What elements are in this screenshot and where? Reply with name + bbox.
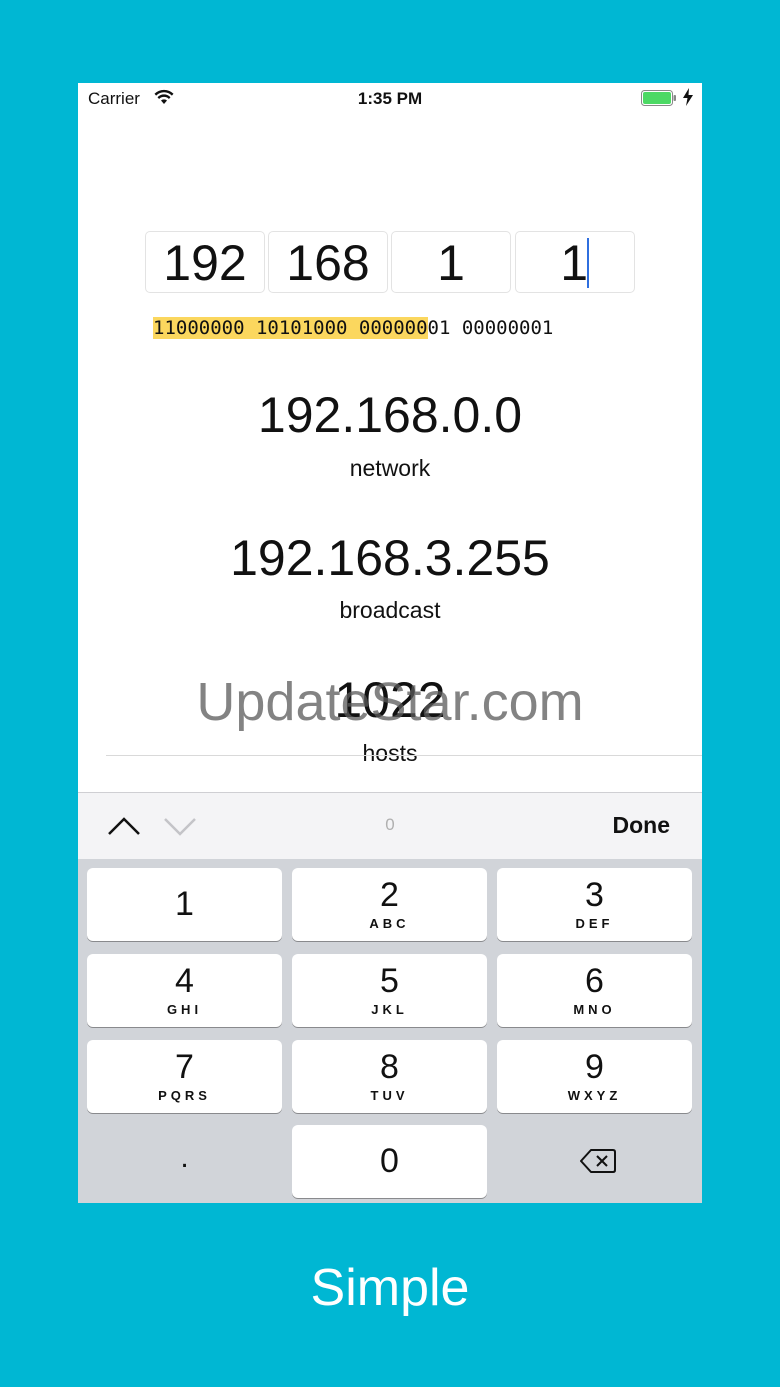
broadcast-address: 192.168.3.255: [230, 530, 550, 586]
key-digit: 7: [175, 1048, 194, 1086]
delete-key[interactable]: [497, 1125, 692, 1198]
key-0[interactable]: 0: [292, 1125, 487, 1198]
key-letters: JKL: [371, 1002, 408, 1017]
key-4[interactable]: 4 GHI: [87, 954, 282, 1027]
key-letters: DEF: [575, 916, 614, 931]
key-dot-label: .: [180, 1141, 189, 1174]
key-letters: TUV: [370, 1088, 409, 1103]
watermark: UpdateStar.com: [196, 672, 584, 732]
binary-representation: 11000000 10101000 00000001 00000001: [153, 315, 553, 341]
key-8[interactable]: 8 TUV: [292, 1040, 487, 1113]
key-letters: GHI: [166, 1002, 203, 1017]
network-address: 192.168.0.0: [257, 387, 523, 443]
network-label: network: [349, 455, 431, 481]
octet-1-field[interactable]: 192: [145, 231, 265, 293]
hosts-label: hosts: [362, 740, 418, 766]
battery-icon: [641, 90, 676, 106]
key-7[interactable]: 7 PQRS: [87, 1040, 282, 1113]
key-2[interactable]: 2 ABC: [292, 868, 487, 941]
broadcast-label: broadcast: [339, 597, 441, 623]
charging-bolt-icon: [683, 88, 693, 106]
key-1[interactable]: 1: [87, 868, 282, 941]
done-button[interactable]: Done: [613, 812, 671, 839]
keyboard-toolbar: 0 Done: [78, 792, 702, 859]
backspace-icon: [580, 1149, 616, 1173]
key-digit: 1: [175, 885, 194, 923]
caption: Simple: [310, 1259, 470, 1317]
status-bar: Carrier 1:35 PM: [78, 83, 702, 113]
numeric-keypad: 1 2 ABC 3 DEF 4 GHI 5 JKL 6 MNO 7 PQRS 8…: [78, 859, 702, 1203]
key-dot[interactable]: .: [87, 1125, 282, 1198]
octet-4-field[interactable]: 1: [515, 231, 635, 293]
key-3[interactable]: 3 DEF: [497, 868, 692, 941]
key-digit: 2: [380, 876, 399, 914]
toolbar-value: 0: [385, 815, 395, 834]
key-5[interactable]: 5 JKL: [292, 954, 487, 1027]
key-9[interactable]: 9 WXYZ: [497, 1040, 692, 1113]
key-letters: MNO: [573, 1002, 616, 1017]
key-digit: 0: [380, 1142, 399, 1180]
text-cursor: [587, 238, 589, 288]
divider: [106, 755, 702, 756]
key-digit: 4: [175, 962, 194, 1000]
key-letters: PQRS: [158, 1088, 211, 1103]
octet-3-field[interactable]: 1: [391, 231, 511, 293]
binary-host-bits: 01 00000001: [427, 317, 554, 339]
key-digit: 8: [380, 1048, 399, 1086]
key-digit: 9: [585, 1048, 604, 1086]
key-letters: ABC: [369, 916, 410, 931]
octet-2-field[interactable]: 168: [268, 231, 388, 293]
phone-screen: Carrier 1:35 PM 192 168 1 1 11000000 101…: [78, 83, 702, 1203]
key-digit: 6: [585, 962, 604, 1000]
status-time: 1:35 PM: [357, 89, 423, 108]
octet-4-value: 1: [560, 235, 588, 291]
key-letters: WXYZ: [567, 1088, 622, 1103]
key-digit: 5: [380, 962, 399, 1000]
key-digit: 3: [585, 876, 604, 914]
key-6[interactable]: 6 MNO: [497, 954, 692, 1027]
binary-network-bits: 11000000 10101000 000000: [153, 317, 428, 339]
